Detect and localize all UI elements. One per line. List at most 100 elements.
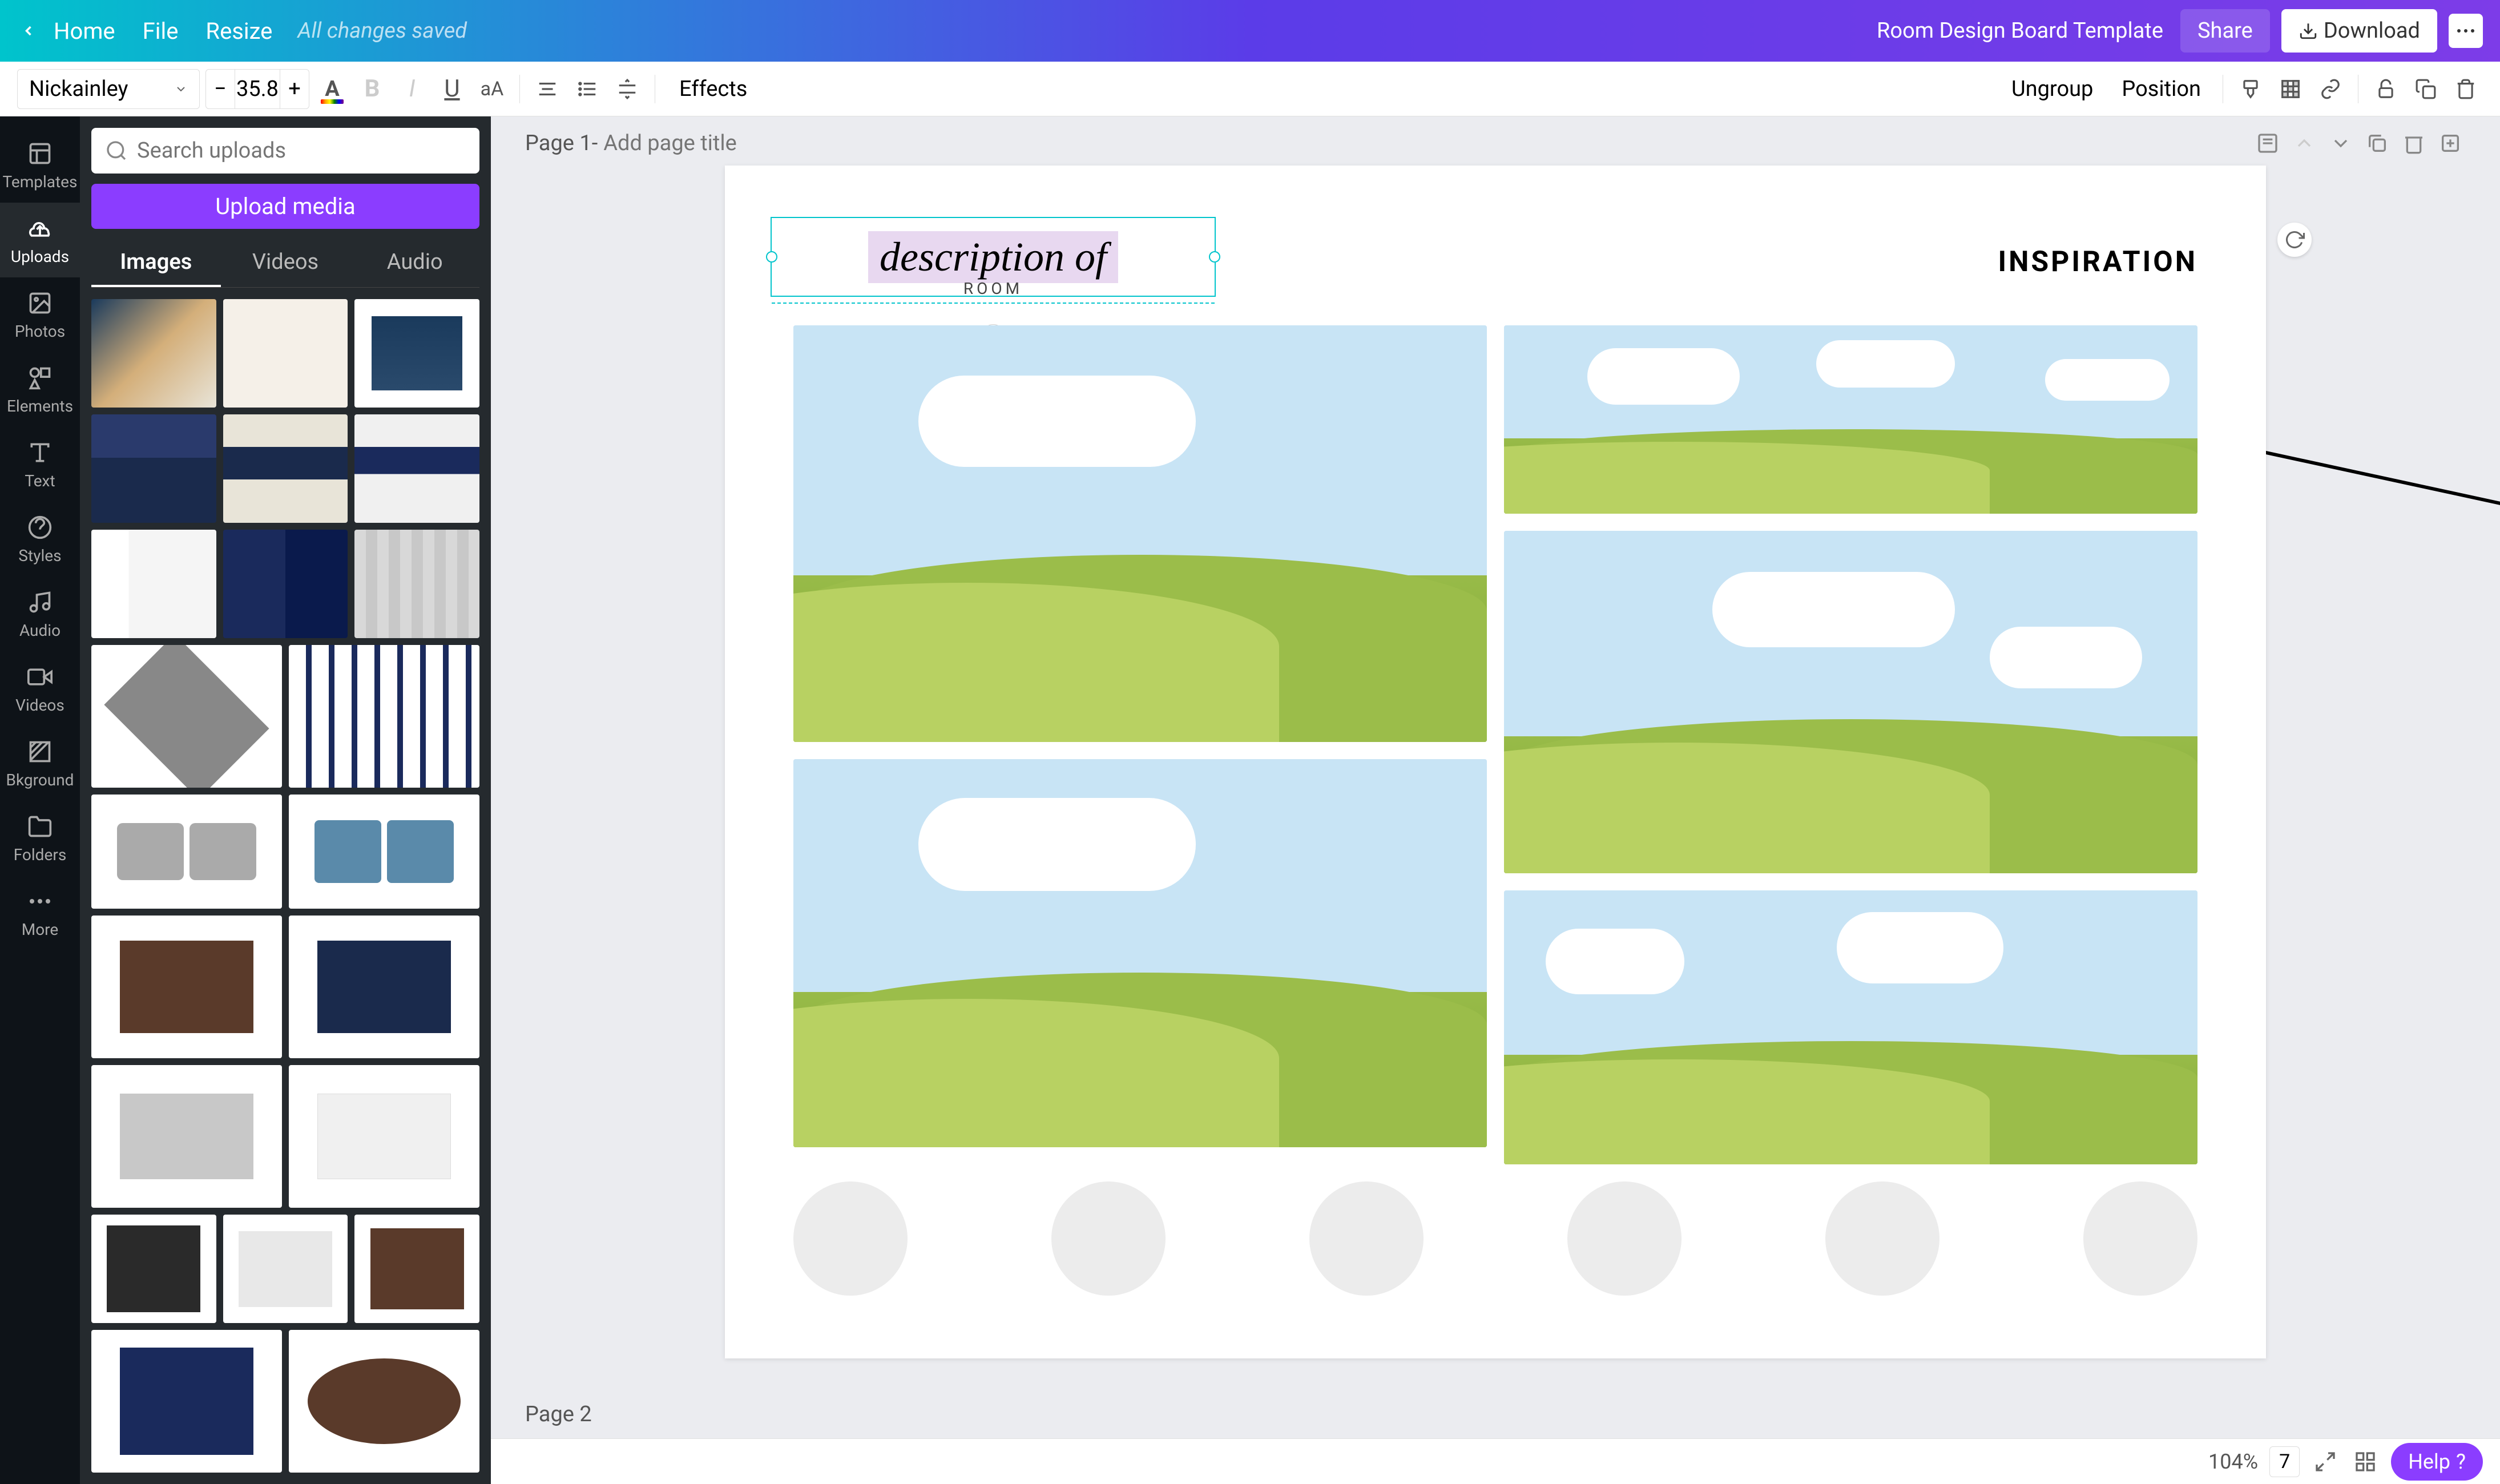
lock-button[interactable] <box>2369 72 2403 106</box>
nav-styles[interactable]: Styles <box>0 502 80 576</box>
duplicate-button[interactable] <box>2409 72 2443 106</box>
help-button[interactable]: Help ? <box>2391 1443 2483 1481</box>
upload-thumbnail[interactable] <box>289 1065 479 1208</box>
font-size-increase[interactable]: + <box>280 70 309 108</box>
share-button[interactable]: Share <box>2180 9 2270 53</box>
nav-photos[interactable]: Photos <box>0 277 80 352</box>
document-title[interactable]: Room Design Board Template <box>1877 18 2163 43</box>
font-selector[interactable]: Nickainley <box>17 69 200 109</box>
refresh-icon[interactable] <box>2277 223 2312 257</box>
align-button[interactable] <box>530 72 564 106</box>
upload-thumbnail[interactable] <box>91 299 216 408</box>
tab-videos[interactable]: Videos <box>221 239 350 287</box>
upload-media-button[interactable]: Upload media <box>91 184 479 229</box>
effects-button[interactable]: Effects <box>666 76 761 102</box>
image-placeholder[interactable] <box>1504 890 2197 1164</box>
upload-thumbnail[interactable] <box>91 1215 216 1323</box>
color-swatch[interactable] <box>1825 1181 1939 1296</box>
notes-icon[interactable] <box>2252 128 2283 159</box>
canvas-page-1[interactable]: description of ROOM ⟳ INSPIRATION <box>725 166 2266 1358</box>
spacing-button[interactable] <box>610 72 644 106</box>
search-input[interactable] <box>137 138 466 163</box>
nav-folders[interactable]: Folders <box>0 801 80 876</box>
upload-thumbnail[interactable] <box>91 414 216 523</box>
tab-audio[interactable]: Audio <box>350 239 479 287</box>
page-up-icon[interactable] <box>2289 128 2320 159</box>
selected-text-element[interactable]: description of ROOM ⟳ <box>771 217 1216 297</box>
text-color-button[interactable]: A <box>315 72 349 106</box>
delete-page-icon[interactable] <box>2398 128 2429 159</box>
image-placeholder[interactable] <box>793 325 1487 742</box>
list-button[interactable] <box>570 72 604 106</box>
text-case-button[interactable]: aA <box>475 72 509 106</box>
color-swatch[interactable] <box>1567 1181 1682 1296</box>
underline-button[interactable]: U <box>435 72 469 106</box>
upload-thumbnail[interactable] <box>289 795 479 909</box>
upload-thumbnail[interactable] <box>289 645 479 788</box>
upload-thumbnail[interactable] <box>91 916 282 1058</box>
nav-elements[interactable]: Elements <box>0 352 80 427</box>
bold-button[interactable]: B <box>355 72 389 106</box>
upload-thumbnail[interactable] <box>354 1215 479 1323</box>
page-title-input[interactable] <box>603 131 883 156</box>
download-button[interactable]: Download <box>2281 9 2437 53</box>
upload-thumbnail[interactable] <box>91 1330 282 1473</box>
tab-images[interactable]: Images <box>91 239 221 287</box>
nav-audio[interactable]: Audio <box>0 576 80 651</box>
upload-thumbnail[interactable] <box>91 645 282 788</box>
resize-handle-right[interactable] <box>1209 251 1220 263</box>
page-down-icon[interactable] <box>2325 128 2356 159</box>
upload-thumbnail[interactable] <box>223 530 348 638</box>
page-count-badge[interactable]: 7 <box>2269 1446 2300 1477</box>
zoom-level[interactable]: 104% <box>2208 1450 2258 1474</box>
upload-thumbnail[interactable] <box>289 916 479 1058</box>
copy-style-button[interactable] <box>2233 72 2268 106</box>
fullscreen-icon[interactable] <box>2311 1447 2340 1476</box>
position-button[interactable]: Position <box>2110 76 2212 102</box>
upload-thumbnail[interactable] <box>354 530 479 638</box>
file-menu[interactable]: File <box>129 18 192 45</box>
upload-thumbnail[interactable] <box>354 414 479 523</box>
image-placeholder[interactable] <box>1504 531 2197 873</box>
ungroup-button[interactable]: Ungroup <box>2000 76 2104 102</box>
upload-thumbnail[interactable] <box>223 1215 348 1323</box>
delete-button[interactable] <box>2449 72 2483 106</box>
image-placeholder[interactable] <box>1504 325 2197 514</box>
upload-thumbnail[interactable] <box>289 1330 479 1473</box>
color-swatch[interactable] <box>1309 1181 1424 1296</box>
search-bar[interactable] <box>91 128 479 174</box>
image-placeholder[interactable] <box>793 759 1487 1147</box>
upload-thumbnail[interactable] <box>91 795 282 909</box>
color-swatch[interactable] <box>793 1181 908 1296</box>
nav-text[interactable]: Text <box>0 427 80 502</box>
duplicate-page-icon[interactable] <box>2362 128 2393 159</box>
nav-videos[interactable]: Videos <box>0 651 80 726</box>
nav-background[interactable]: Bkground <box>0 726 80 801</box>
grid-view-icon[interactable] <box>2351 1447 2380 1476</box>
inspiration-label[interactable]: INSPIRATION <box>1998 245 2197 279</box>
upload-thumbnail[interactable] <box>91 530 216 638</box>
upload-thumbnail[interactable] <box>91 1065 282 1208</box>
resize-menu[interactable]: Resize <box>192 18 286 45</box>
color-swatch[interactable] <box>2083 1181 2197 1296</box>
description-text[interactable]: description of <box>868 231 1118 283</box>
upload-thumbnail[interactable] <box>223 414 348 523</box>
color-swatch[interactable] <box>1051 1181 1166 1296</box>
upload-thumbnail[interactable] <box>223 299 348 408</box>
back-chevron-icon[interactable] <box>17 19 40 42</box>
canvas-area[interactable]: ADD YOUR OWN FILE NAME & TITLES Page 1 - <box>491 116 2500 1484</box>
font-size-decrease[interactable]: − <box>206 70 235 108</box>
home-menu[interactable]: Home <box>40 18 129 45</box>
nav-templates[interactable]: Templates <box>0 128 80 203</box>
nav-more[interactable]: More <box>0 876 80 950</box>
font-size-value[interactable]: 35.8 <box>235 70 280 108</box>
link-button[interactable] <box>2313 72 2348 106</box>
upload-thumbnail[interactable] <box>354 299 479 408</box>
add-page-icon[interactable] <box>2435 128 2466 159</box>
more-button[interactable] <box>2449 14 2483 48</box>
italic-button[interactable]: I <box>395 72 429 106</box>
transparency-button[interactable] <box>2273 72 2308 106</box>
resize-handle-left[interactable] <box>766 251 777 263</box>
nav-uploads[interactable]: Uploads <box>0 203 80 277</box>
room-subtitle[interactable]: ROOM <box>772 279 1215 298</box>
